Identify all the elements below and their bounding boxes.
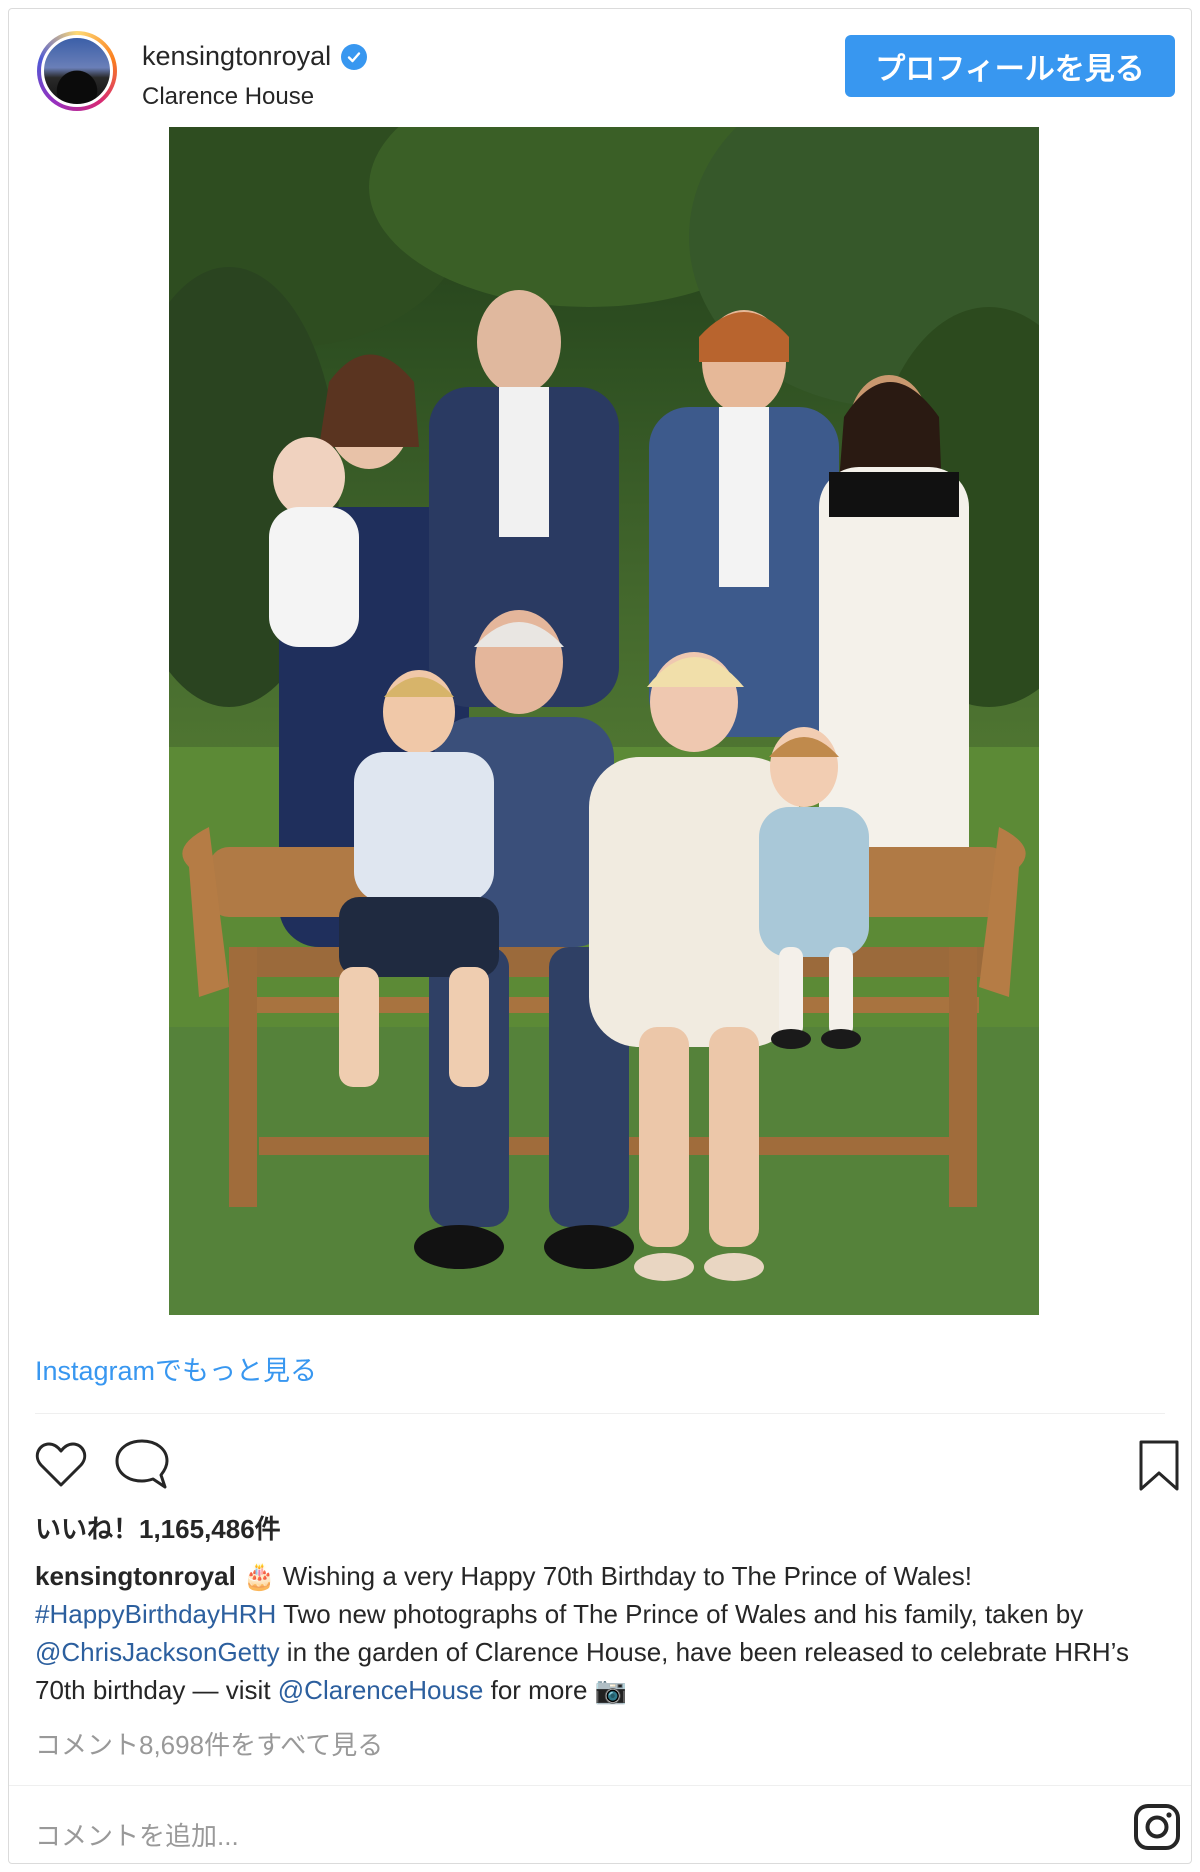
caption-text: Wishing a very Happy 70th Birthday to Th… <box>275 1561 972 1591</box>
family-photo-illustration <box>169 127 1039 1315</box>
add-comment-input[interactable]: コメントを追加... <box>35 1816 239 1853</box>
verified-badge-icon <box>341 43 368 70</box>
avatar-image <box>41 35 113 107</box>
hashtag-link[interactable]: #HappyBirthdayHRH <box>35 1599 276 1629</box>
profile-avatar[interactable] <box>37 31 117 111</box>
username-link[interactable]: kensingtonroyal <box>142 41 331 72</box>
heart-icon[interactable] <box>35 1441 87 1489</box>
caption-text: Two new photographs of The Prince of Wal… <box>276 1599 1084 1629</box>
instagram-logo-icon[interactable] <box>1133 1803 1181 1851</box>
bookmark-icon[interactable] <box>1137 1439 1181 1493</box>
caption-username-link[interactable]: kensingtonroyal <box>35 1561 236 1591</box>
view-profile-button[interactable]: プロフィールを見る <box>845 35 1175 97</box>
post-photo[interactable] <box>169 127 1039 1315</box>
comment-icon[interactable] <box>115 1439 169 1491</box>
likes-count[interactable]: いいね！1,165,486件 <box>35 1509 281 1546</box>
post-caption: kensingtonroyal 🎂 Wishing a very Happy 7… <box>35 1557 1175 1709</box>
caption-text: for more <box>483 1675 595 1705</box>
more-on-instagram-link[interactable]: Instagramでもっと見る <box>35 1349 317 1388</box>
divider <box>35 1413 1165 1414</box>
divider <box>9 1785 1191 1786</box>
view-all-comments-link[interactable]: コメント8,698件をすべて見る <box>35 1725 383 1762</box>
username-row: kensingtonroyal <box>142 41 368 72</box>
mention-link-clarence-house[interactable]: @ClarenceHouse <box>278 1675 484 1705</box>
cake-emoji: 🎂 <box>243 1561 276 1591</box>
location-link[interactable]: Clarence House <box>142 83 314 111</box>
instagram-embed-card: kensingtonroyal Clarence House プロフィールを見る <box>8 8 1192 1864</box>
camera-emoji: 📷 <box>594 1675 628 1705</box>
mention-link-photographer[interactable]: @ChrisJacksonGetty <box>35 1637 280 1667</box>
